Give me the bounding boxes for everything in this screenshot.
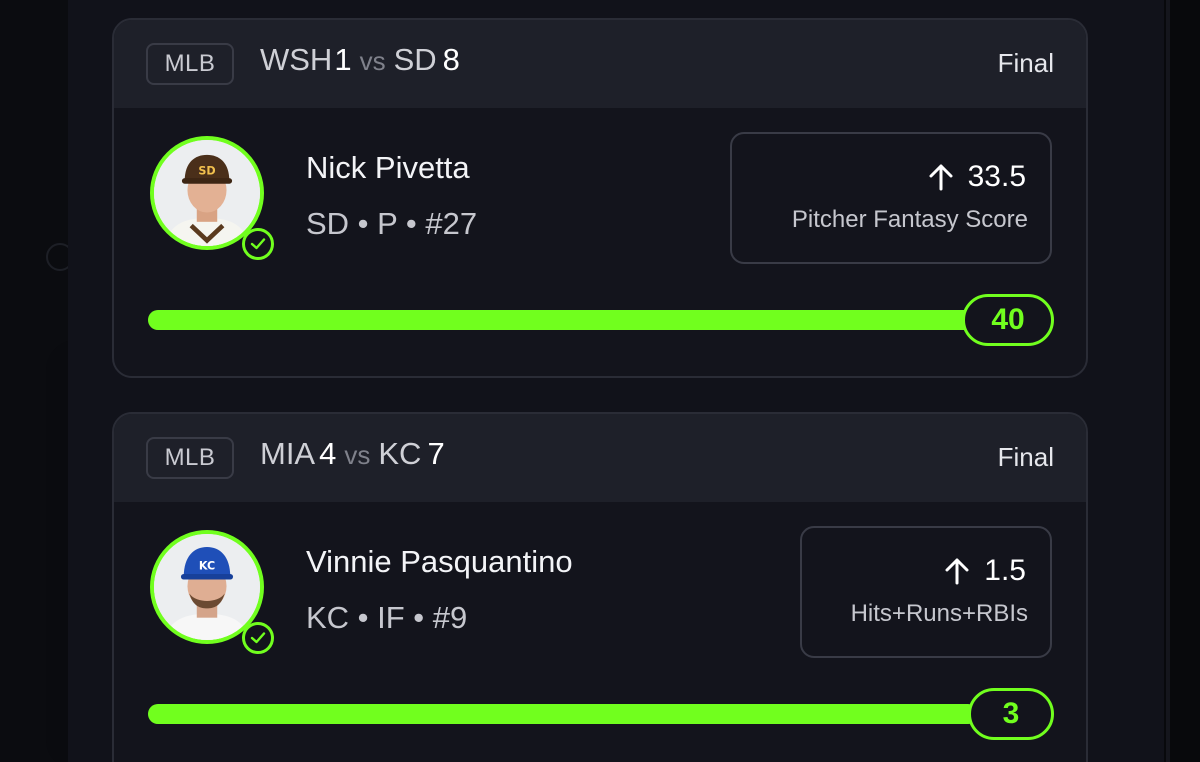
game-status: Final bbox=[997, 48, 1054, 78]
game-header: MLB MIA 4 vs KC 7 Final bbox=[114, 414, 1086, 502]
result-progress-bar: 3 bbox=[148, 688, 1054, 740]
result-progress-bar: 40 bbox=[148, 294, 1054, 346]
result-value-badge: 3 bbox=[968, 688, 1054, 740]
svg-text:SD: SD bbox=[198, 164, 215, 177]
projection-line: 33.5 bbox=[928, 160, 1026, 194]
home-team: KC bbox=[378, 436, 422, 471]
projection-value: 33.5 bbox=[967, 160, 1026, 193]
projection-line: 1.5 bbox=[944, 554, 1026, 588]
right-rail-edge bbox=[1166, 0, 1170, 762]
home-score: 8 bbox=[442, 42, 460, 77]
league-badge: MLB bbox=[146, 43, 234, 85]
royals-player-icon: KC bbox=[154, 534, 260, 640]
game-status: Final bbox=[997, 442, 1054, 472]
player-meta: KC • IF • #9 bbox=[306, 600, 468, 635]
arrow-up-icon bbox=[929, 164, 953, 191]
player-name[interactable]: Vinnie Pasquantino bbox=[306, 544, 573, 580]
pick-card[interactable]: MLB MIA 4 vs KC 7 Final KC Vinnie Pasqua… bbox=[112, 412, 1088, 762]
projection-box[interactable]: 33.5 Pitcher Fantasy Score bbox=[730, 132, 1052, 264]
away-team: WSH bbox=[260, 42, 333, 77]
matchup: MIA 4 vs KC 7 bbox=[260, 436, 445, 472]
stat-type-label: Hits+Runs+RBIs bbox=[850, 600, 1028, 627]
projection-value: 1.5 bbox=[984, 554, 1026, 587]
verified-check-icon bbox=[242, 228, 274, 260]
away-score: 4 bbox=[319, 436, 337, 471]
progress-fill bbox=[148, 704, 978, 724]
padres-player-icon: SD bbox=[154, 140, 260, 246]
verified-check-icon bbox=[242, 622, 274, 654]
matchup: WSH 1 vs SD 8 bbox=[260, 42, 460, 78]
away-score: 1 bbox=[334, 42, 352, 77]
player-meta: SD • P • #27 bbox=[306, 206, 478, 241]
pick-card[interactable]: MLB WSH 1 vs SD 8 Final SD Nick Pivetta … bbox=[112, 18, 1088, 378]
player-name[interactable]: Nick Pivetta bbox=[306, 150, 470, 186]
away-team: MIA bbox=[260, 436, 316, 471]
arrow-up-icon bbox=[945, 558, 969, 585]
vs-label: vs bbox=[344, 440, 371, 470]
projection-box[interactable]: 1.5 Hits+Runs+RBIs bbox=[800, 526, 1052, 658]
stat-type-label: Pitcher Fantasy Score bbox=[791, 206, 1028, 233]
svg-text:KC: KC bbox=[199, 559, 215, 572]
home-team: SD bbox=[393, 42, 437, 77]
result-value-badge: 40 bbox=[962, 294, 1054, 346]
app-screen: MLB WSH 1 vs SD 8 Final SD Nick Pivetta … bbox=[0, 0, 1200, 762]
vs-label: vs bbox=[359, 46, 386, 76]
home-score: 7 bbox=[427, 436, 445, 471]
league-badge: MLB bbox=[146, 437, 234, 479]
progress-fill bbox=[148, 310, 978, 330]
game-header: MLB WSH 1 vs SD 8 Final bbox=[114, 20, 1086, 108]
